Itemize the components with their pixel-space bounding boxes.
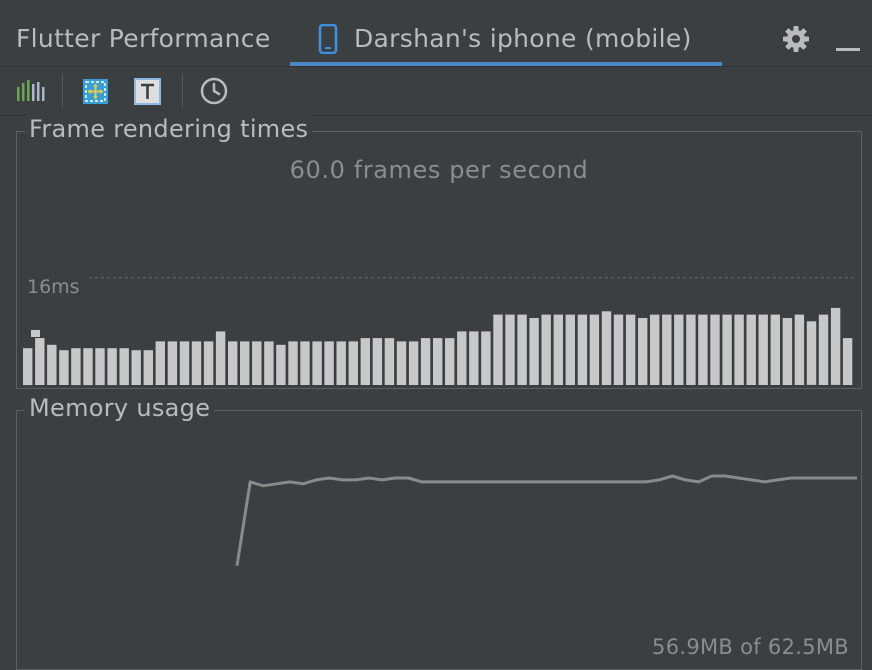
frame-bar	[565, 314, 575, 385]
frame-bar	[722, 314, 732, 385]
frame-bar	[324, 341, 334, 385]
frame-bar	[746, 314, 756, 385]
frame-bar	[95, 348, 105, 386]
frame-bar	[396, 341, 407, 385]
frame-bar	[348, 341, 358, 385]
frame-bar	[408, 341, 419, 385]
frame-bar	[240, 341, 250, 385]
frame-bar	[662, 314, 672, 385]
tool-window-title: Flutter Performance	[16, 24, 271, 53]
toolbar-separator	[62, 73, 63, 109]
frame-bar	[794, 314, 805, 385]
window-top-strip	[0, 0, 872, 12]
frame-bar	[47, 344, 57, 385]
clock-icon[interactable]	[198, 75, 230, 107]
frame-bar	[589, 314, 600, 385]
frame-bar	[300, 341, 310, 385]
bar-chart-icon[interactable]	[14, 75, 46, 107]
frame-bar	[71, 348, 81, 386]
memory-chart	[235, 474, 857, 566]
layout-grid-icon[interactable]	[80, 75, 112, 107]
frame-bar	[215, 331, 226, 385]
frame-bar	[203, 341, 214, 385]
frame-bar	[638, 318, 648, 385]
frame-bar	[553, 314, 563, 385]
frame-bar	[107, 348, 117, 386]
frame-bar	[613, 314, 624, 385]
frame-bar	[35, 338, 45, 385]
mobile-phone-icon	[318, 23, 338, 58]
gear-icon[interactable]	[782, 25, 810, 57]
frame-bar	[167, 341, 178, 385]
tab-selected-indicator	[290, 62, 722, 66]
frame-outlier-mark	[31, 330, 40, 337]
frame-bar	[686, 314, 696, 385]
frame-bar	[433, 338, 443, 385]
frame-bar	[842, 338, 853, 385]
minimize-icon[interactable]	[836, 48, 860, 51]
frame-bar	[830, 307, 841, 385]
tab-device[interactable]: Darshan's iphone (mobile)	[290, 12, 722, 66]
frame-bar	[457, 331, 467, 385]
frame-bar	[191, 341, 202, 385]
frame-chart	[23, 277, 857, 386]
frame-bar	[228, 341, 238, 385]
frame-bar	[276, 344, 286, 385]
frame-bar	[770, 314, 780, 385]
frame-bar	[674, 314, 684, 385]
tool-window-header: Flutter Performance Darshan's iphone (mo…	[0, 12, 872, 67]
frame-bar	[131, 350, 141, 385]
frame-bar	[252, 341, 262, 385]
frame-bar	[710, 314, 720, 385]
tab-device-label: Darshan's iphone (mobile)	[354, 24, 692, 53]
frame-bar	[312, 341, 322, 385]
frame-rendering-panel: Frame rendering times 60.0 frames per se…	[16, 115, 862, 389]
frame-bar	[818, 314, 829, 385]
memory-usage-text: 56.9MB of 62.5MB	[652, 635, 849, 659]
toolbar-separator	[182, 73, 183, 109]
frame-bar	[469, 331, 479, 385]
frame-bar	[59, 350, 69, 385]
frame-bar	[529, 318, 539, 385]
frame-bar	[601, 311, 612, 385]
frame-bar	[517, 314, 527, 385]
frame-bar	[360, 338, 370, 385]
frame-bar	[119, 348, 129, 386]
frame-bar	[758, 314, 768, 385]
frame-bar	[541, 314, 551, 385]
frame-bar	[336, 341, 346, 385]
toolbar	[0, 67, 872, 116]
frame-bar	[493, 314, 503, 385]
memory-usage-panel: Memory usage 56.9MB of 62.5MB	[16, 394, 862, 670]
frame-bar	[734, 314, 744, 385]
frame-bar	[372, 338, 383, 385]
memory-line	[235, 474, 857, 566]
frame-bar	[625, 314, 636, 385]
frame-bar	[445, 338, 455, 385]
frame-bar	[577, 314, 588, 385]
frame-bar	[782, 318, 793, 385]
text-t-icon[interactable]	[132, 75, 164, 107]
frame-bar	[420, 338, 431, 385]
frame-bar	[384, 338, 395, 385]
frame-bar	[698, 314, 708, 385]
frame-bar	[143, 350, 153, 385]
frame-bar	[481, 331, 491, 385]
frame-bar	[505, 314, 515, 385]
frame-bar	[650, 314, 660, 385]
frame-bar	[264, 341, 274, 385]
frame-bar	[179, 341, 190, 385]
frame-bar	[23, 348, 33, 386]
frame-bar	[155, 341, 165, 385]
frame-bar	[288, 341, 298, 385]
frame-bar	[83, 348, 93, 386]
frame-bar	[806, 321, 817, 385]
